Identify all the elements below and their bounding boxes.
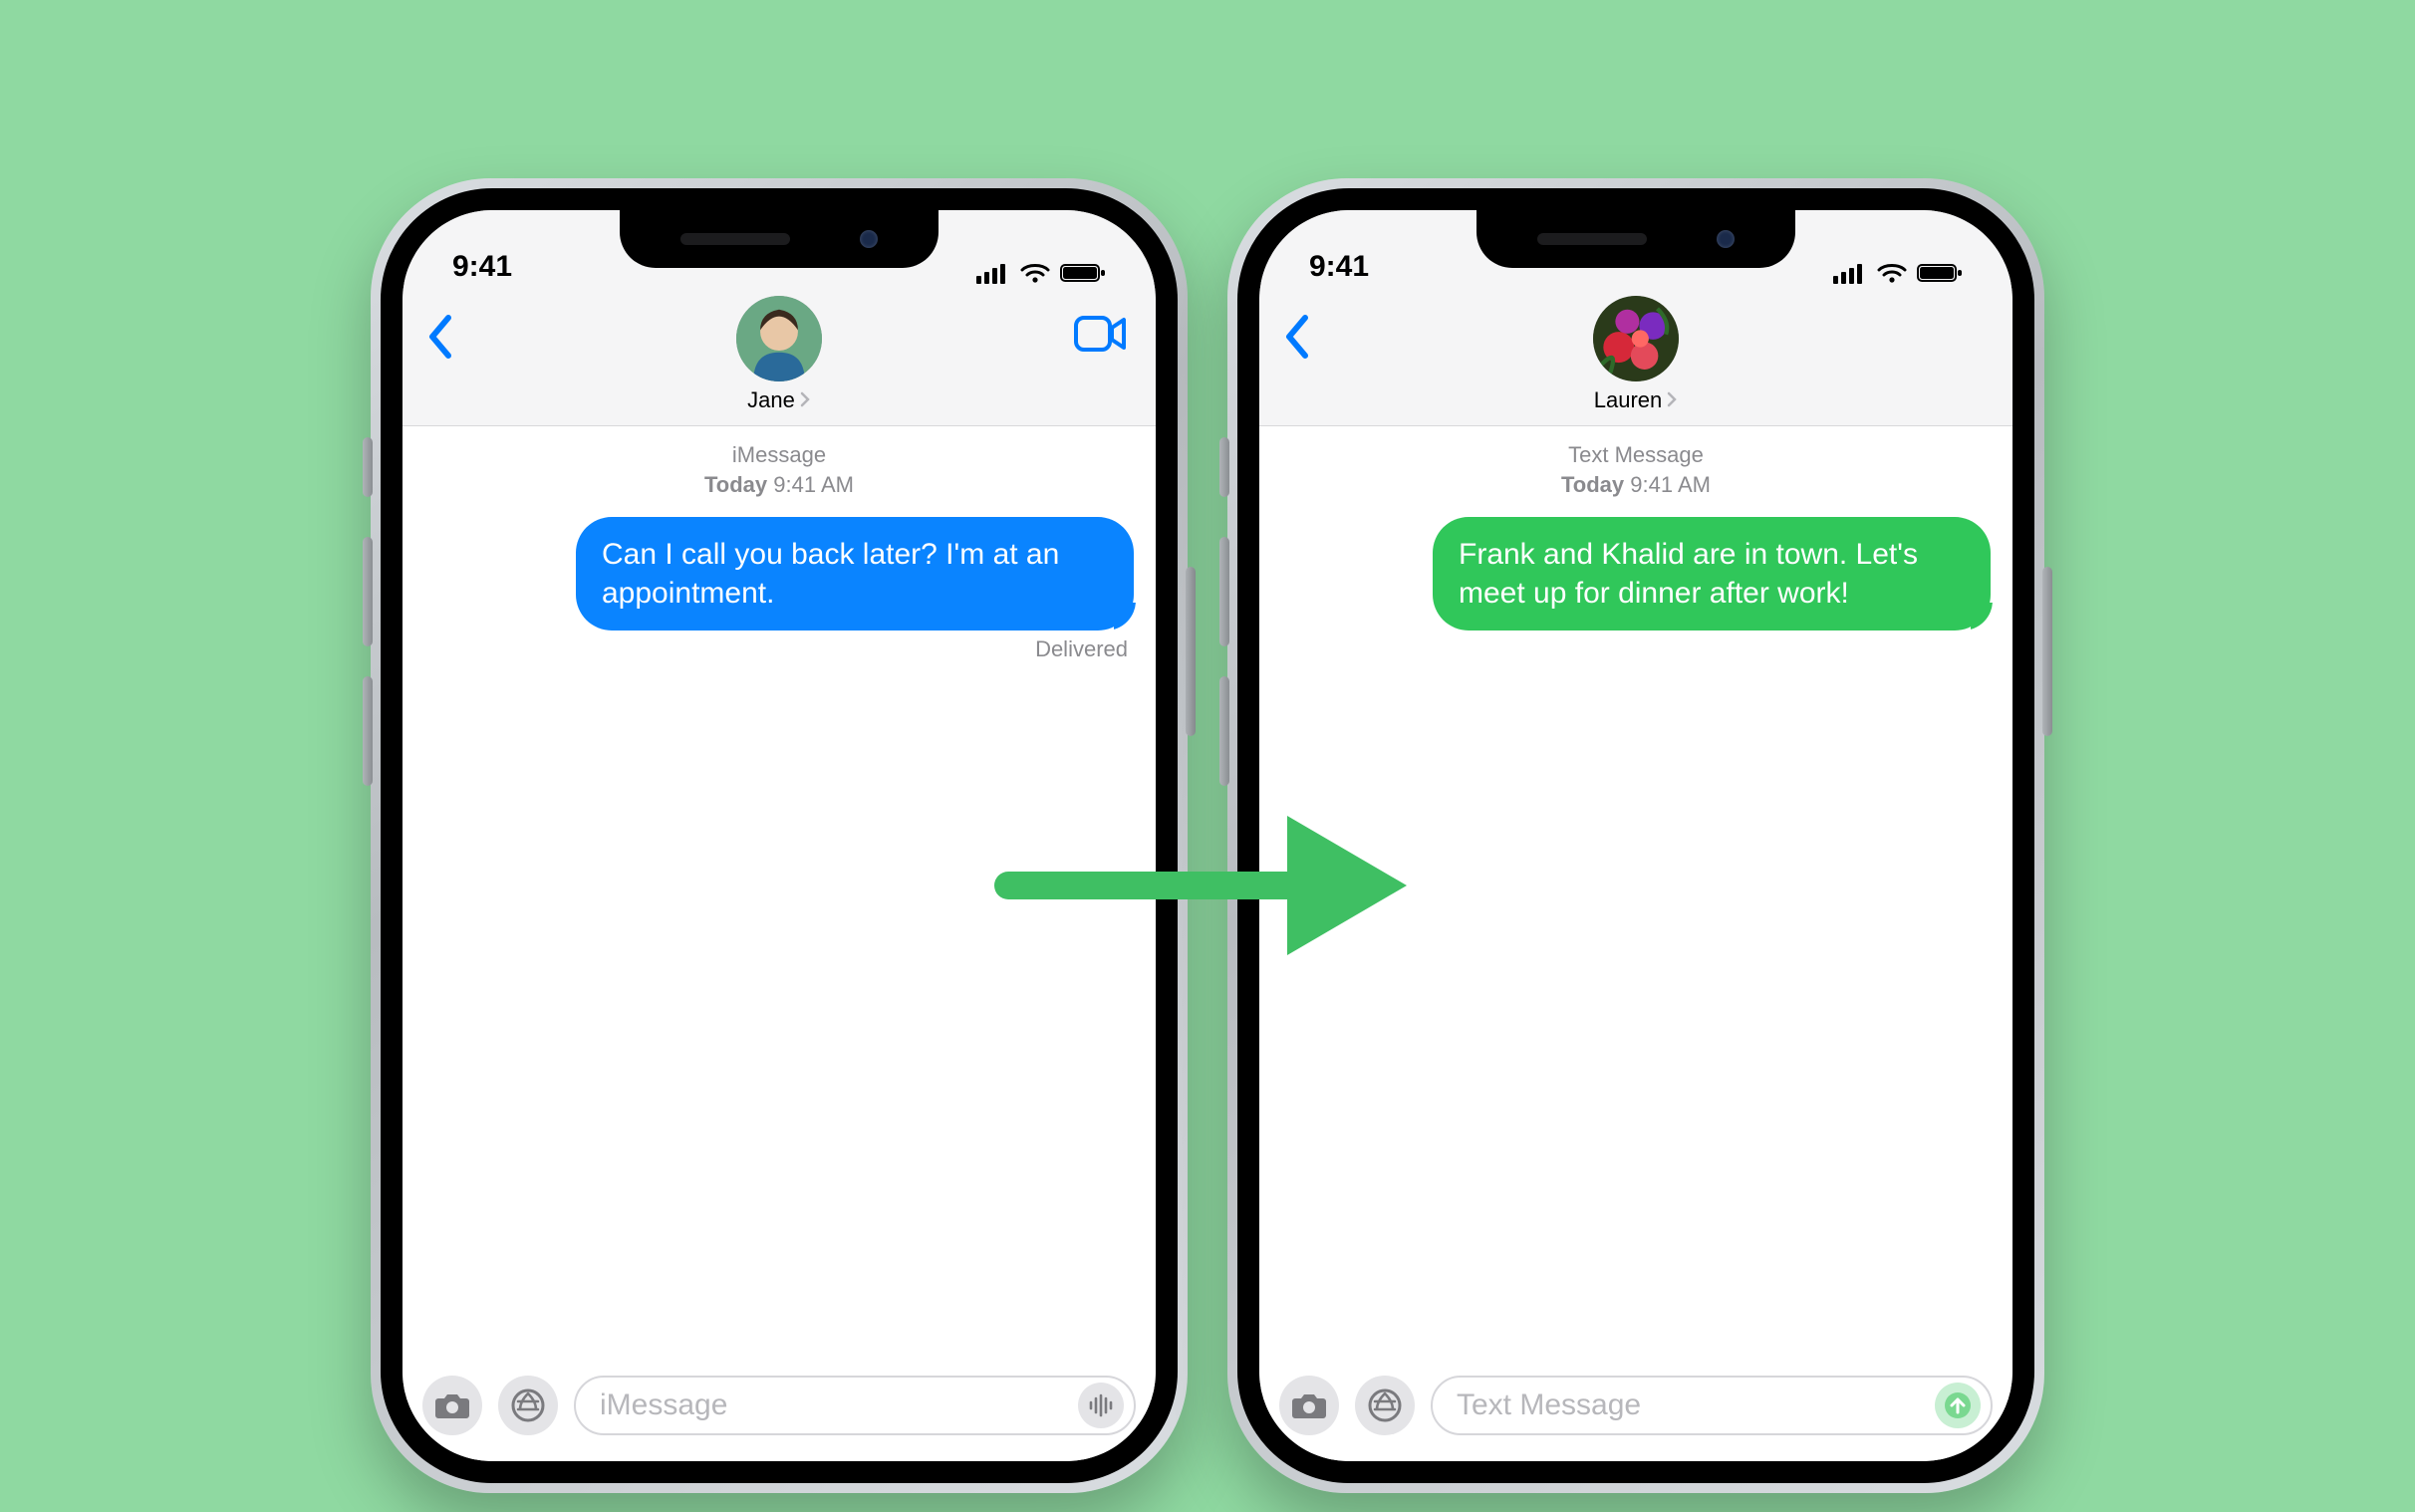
conversation-header: Lauren (1259, 290, 2012, 426)
message-text: Frank and Khalid are in town. Let's meet… (1459, 538, 1918, 610)
compose-bar: Text Message (1259, 1360, 2012, 1461)
front-camera (860, 230, 878, 248)
app-drawer-button[interactable] (498, 1376, 558, 1435)
contact-avatar[interactable] (1593, 296, 1679, 381)
back-button[interactable] (426, 314, 456, 365)
compose-placeholder: Text Message (1457, 1388, 1923, 1422)
status-time: 9:41 (1309, 250, 1369, 284)
bubble-tail (1971, 603, 1999, 630)
message-time: 9:41 AM (1630, 472, 1711, 497)
sent-message-bubble[interactable]: Frank and Khalid are in town. Let's meet… (1433, 517, 1991, 630)
compose-field[interactable]: Text Message (1431, 1376, 1993, 1435)
contact-name-row[interactable]: Lauren (1594, 387, 1679, 413)
wifi-icon (1020, 262, 1050, 284)
contact-name: Jane (747, 387, 795, 413)
mute-switch[interactable] (1219, 437, 1229, 497)
volume-up-button[interactable] (363, 537, 373, 646)
volume-down-button[interactable] (363, 676, 373, 786)
contact-name-row[interactable]: Jane (747, 387, 811, 413)
power-button[interactable] (1186, 567, 1196, 736)
contact-name: Lauren (1594, 387, 1663, 413)
app-drawer-button[interactable] (1355, 1376, 1415, 1435)
transition-arrow-icon (988, 796, 1427, 980)
message-time: 9:41 AM (773, 472, 854, 497)
message-timestamp: Text Message Today 9:41 AM (1281, 440, 1991, 499)
cellular-icon (976, 262, 1010, 284)
front-camera (1717, 230, 1735, 248)
chevron-right-icon (799, 387, 811, 413)
speaker-grille (680, 233, 790, 245)
bubble-tail (1114, 603, 1142, 630)
power-button[interactable] (2042, 567, 2052, 736)
message-type-label: iMessage (732, 442, 826, 467)
delivered-status: Delivered (424, 636, 1134, 662)
message-day: Today (704, 472, 767, 497)
chevron-right-icon (1666, 387, 1678, 413)
compose-field[interactable]: iMessage (574, 1376, 1136, 1435)
battery-icon (1060, 262, 1106, 284)
sent-message-bubble[interactable]: Can I call you back later? I'm at an app… (576, 517, 1134, 630)
conversation-header: Jane (402, 290, 1156, 426)
volume-down-button[interactable] (1219, 676, 1229, 786)
message-timestamp: iMessage Today 9:41 AM (424, 440, 1134, 499)
message-text: Can I call you back later? I'm at an app… (602, 538, 1059, 610)
notch (620, 210, 939, 268)
contact-avatar[interactable] (736, 296, 822, 381)
voice-record-button[interactable] (1078, 1383, 1124, 1428)
wifi-icon (1877, 262, 1907, 284)
compose-bar: iMessage (402, 1360, 1156, 1461)
notch (1476, 210, 1795, 268)
mute-switch[interactable] (363, 437, 373, 497)
facetime-button[interactable] (1074, 314, 1128, 359)
message-day: Today (1561, 472, 1624, 497)
speaker-grille (1537, 233, 1647, 245)
compose-placeholder: iMessage (600, 1388, 1066, 1422)
back-button[interactable] (1283, 314, 1313, 365)
send-button[interactable] (1935, 1383, 1981, 1428)
message-type-label: Text Message (1568, 442, 1704, 467)
camera-button[interactable] (1279, 1376, 1339, 1435)
cellular-icon (1833, 262, 1867, 284)
volume-up-button[interactable] (1219, 537, 1229, 646)
status-time: 9:41 (452, 250, 512, 284)
battery-icon (1917, 262, 1963, 284)
camera-button[interactable] (422, 1376, 482, 1435)
